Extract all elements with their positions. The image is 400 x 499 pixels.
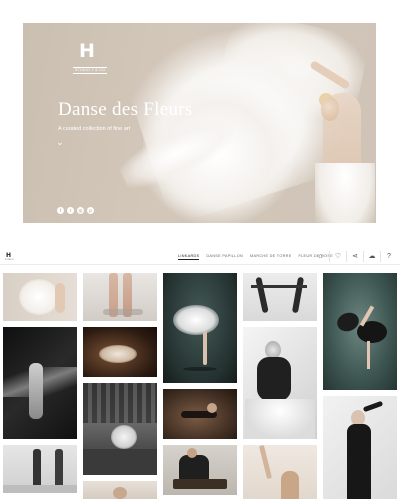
photo-dancer-floor-brown[interactable]	[163, 389, 237, 439]
instagram-icon[interactable]: ◎	[77, 207, 84, 214]
nav-link-linkards[interactable]: LINKARDS	[178, 253, 200, 260]
photo-dancer-floor-warm[interactable]	[83, 327, 157, 377]
photo-dancer-sitting-bw[interactable]	[243, 327, 317, 439]
nav-actions: ⌂ ♡ ⋖ ☁ ?	[312, 251, 397, 262]
hero-dancer-head	[321, 97, 339, 121]
photo-dancer-white-flow[interactable]	[163, 273, 237, 383]
photo-pointe-shoes-bw[interactable]	[3, 445, 77, 493]
nav-logo-subtitle: STUDIO	[5, 259, 14, 261]
photo-dancer-black-outfit[interactable]	[323, 396, 397, 499]
hero-subtitle: A curated collection of fine art	[58, 126, 131, 132]
pinterest-icon[interactable]: p	[87, 207, 94, 214]
nav-link-danse-papillon[interactable]: DANSE PAPILLON	[206, 253, 243, 260]
share-icon[interactable]: ⋖	[346, 251, 363, 262]
facebook-icon[interactable]: f	[57, 207, 64, 214]
hero-title: Danse des Fleurs	[58, 99, 193, 120]
hero-logo[interactable]: H STUDIO T & CO	[73, 40, 107, 78]
home-icon[interactable]: ⌂	[312, 251, 329, 262]
scroll-down-icon[interactable]: ⌄	[56, 138, 68, 147]
photo-dancer-arms-up[interactable]	[243, 445, 317, 499]
photo-white-fabric[interactable]	[3, 273, 77, 321]
photo-pointe-shoes[interactable]	[83, 273, 157, 321]
navbar-divider	[0, 264, 400, 265]
help-icon[interactable]: ?	[380, 251, 397, 262]
hero-dancer-dress	[315, 163, 375, 223]
heart-icon[interactable]: ♡	[329, 251, 346, 262]
photo-dancer-bench[interactable]	[163, 445, 237, 495]
hero-logo-subtitle: STUDIO T & CO	[73, 67, 107, 74]
nav-link-marche-de-torre[interactable]: MARCHE DE TORRE	[250, 253, 292, 260]
nav-links: LINKARDS DANSE PAPILLON MARCHE DE TORRE …	[178, 253, 333, 260]
photo-dancer-leap-teal[interactable]	[323, 273, 397, 390]
social-links: f t ◎ p	[57, 207, 94, 214]
twitter-icon[interactable]: t	[67, 207, 74, 214]
cloud-download-icon[interactable]: ☁	[363, 251, 380, 262]
hero-banner: H STUDIO T & CO Danse des Fleurs A curat…	[23, 23, 376, 223]
photo-dancer-motion-blur[interactable]	[3, 327, 77, 439]
photo-dancer-forest-bw[interactable]	[83, 383, 157, 475]
photo-partial-bottom[interactable]	[83, 481, 157, 499]
photo-dancer-pair[interactable]	[243, 273, 317, 321]
nav-logo[interactable]: H	[6, 252, 11, 259]
hero-logo-letter: H	[79, 40, 95, 62]
